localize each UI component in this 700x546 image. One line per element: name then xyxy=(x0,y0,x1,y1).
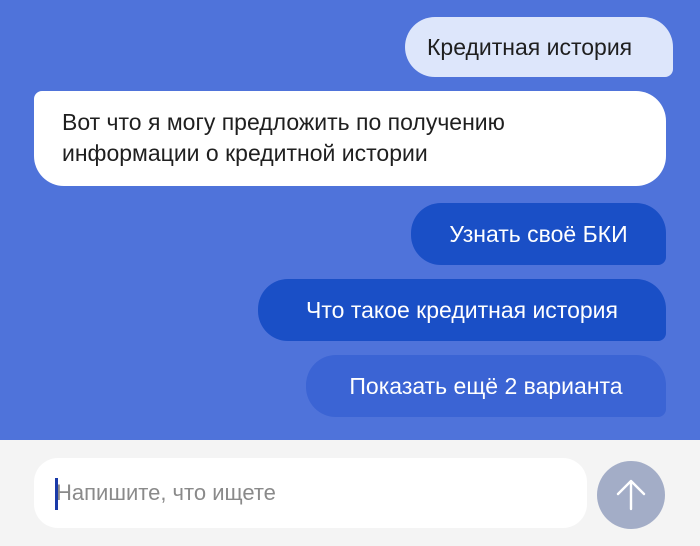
option-what-is-credit-history-button[interactable]: Что такое кредитная история xyxy=(258,279,666,341)
message-input[interactable] xyxy=(34,458,587,528)
message-input-bar xyxy=(0,440,700,546)
send-button[interactable] xyxy=(597,461,665,529)
chat-screen: Кредитная история Вот что я могу предлож… xyxy=(0,0,700,546)
bot-message-line: Вот что я могу предложить по получению xyxy=(62,109,505,135)
bot-message-line: информации о кредитной истории xyxy=(62,140,428,166)
option-label: Что такое кредитная история xyxy=(306,297,618,323)
chat-area: Кредитная история Вот что я могу предлож… xyxy=(0,0,700,440)
user-message-bubble: Кредитная история xyxy=(405,17,673,77)
user-message-text: Кредитная история xyxy=(427,34,633,60)
text-cursor xyxy=(55,478,58,510)
option-know-bki-button[interactable]: Узнать своё БКИ xyxy=(411,203,666,265)
option-label: Показать ещё 2 варианта xyxy=(349,373,623,399)
option-label: Узнать своё БКИ xyxy=(449,221,628,247)
bot-message-bubble: Вот что я могу предложить по получению и… xyxy=(34,91,666,186)
show-more-options-button[interactable]: Показать ещё 2 варианта xyxy=(306,355,666,417)
arrow-up-icon xyxy=(616,479,646,511)
